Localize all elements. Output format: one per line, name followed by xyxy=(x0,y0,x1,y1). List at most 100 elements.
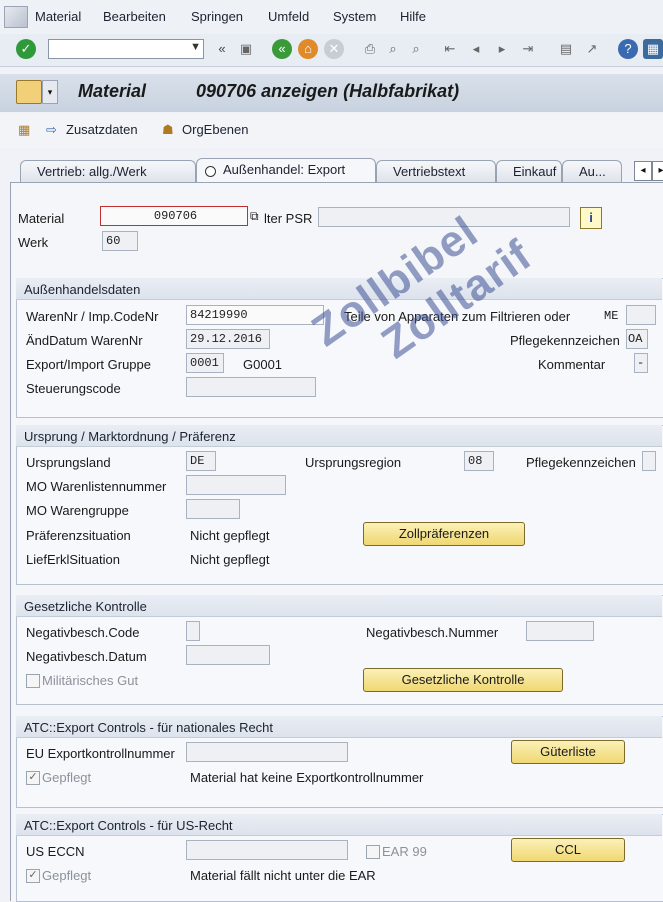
tab-vertrieb-werk[interactable]: Vertrieb: allg./Werk xyxy=(20,160,196,182)
menu-material[interactable]: Material xyxy=(35,9,81,24)
standard-toolbar: ✓ ▼ « ▣ « ⌂ ✕ ⎙ ⌕ ⌕ ⇤ ◂ ▸ ⇥ ▤ ↗ ? ▦ xyxy=(0,34,663,67)
ear99-label: EAR 99 xyxy=(382,844,427,859)
menu-system[interactable]: System xyxy=(333,9,376,24)
werk-label: Werk xyxy=(18,235,49,250)
mo-warenlistennummer-field[interactable] xyxy=(186,475,286,495)
org-levels-icon[interactable]: ☗ xyxy=(162,122,174,138)
atc-national-title: ATC::Export Controls - für nationales Re… xyxy=(24,720,274,735)
page-title: Material 090706 anzeigen (Halbfabrikat) xyxy=(78,81,460,101)
steuerungscode-field[interactable] xyxy=(186,377,316,397)
back-icon[interactable]: « xyxy=(272,39,292,59)
additional-icon[interactable]: ▦ xyxy=(18,122,30,138)
ursprungsland-label: Ursprungsland xyxy=(26,455,111,470)
gesetzliche-kontrolle-button[interactable]: Gesetzliche Kontrolle xyxy=(363,668,563,692)
atc-national-info: Material hat keine Exportkontrollnummer xyxy=(190,770,424,785)
orgebenen-button[interactable]: OrgEbenen xyxy=(182,122,249,137)
aenddatum-field[interactable]: 29.12.2016 xyxy=(186,329,270,349)
menu-hilfe[interactable]: Hilfe xyxy=(400,9,426,24)
material-icon[interactable] xyxy=(16,80,42,104)
zollpraeferenzen-button[interactable]: Zollpräferenzen xyxy=(363,522,525,546)
tab-active-icon xyxy=(205,166,216,177)
arrow-right-icon[interactable]: ⇨ xyxy=(46,122,57,138)
gepflegt-national-checkbox[interactable]: ✓ xyxy=(26,771,40,785)
me-field[interactable] xyxy=(626,305,656,325)
collapse-icon[interactable]: « xyxy=(212,39,232,59)
eu-exportkontrollnummer-field[interactable] xyxy=(186,742,348,762)
command-field[interactable]: ▼ xyxy=(48,39,204,59)
mo-warengruppe-field[interactable] xyxy=(186,499,240,519)
print-icon[interactable]: ⎙ xyxy=(360,39,380,59)
enter-check-icon[interactable]: ✓ xyxy=(16,39,36,59)
tab-vertriebstext[interactable]: Vertriebstext xyxy=(376,160,496,182)
previous-page-icon[interactable]: ◂ xyxy=(466,39,486,59)
aenddatum-label: ÄndDatum WarenNr xyxy=(26,333,143,348)
negativbesch-datum-label: Negativbesch.Datum xyxy=(26,649,147,664)
new-session-icon[interactable]: ▤ xyxy=(556,39,576,59)
kommentar-label: Kommentar xyxy=(538,357,606,372)
militaerisches-gut-label: Militärisches Gut xyxy=(42,673,139,688)
gueterliste-button[interactable]: Güterliste xyxy=(511,740,625,764)
negativbesch-nummer-field[interactable] xyxy=(526,621,594,641)
atc-us-info: Material fällt nicht unter die EAR xyxy=(190,868,376,883)
find-icon[interactable]: ⌕ xyxy=(383,39,403,59)
shortcut-icon[interactable]: ↗ xyxy=(582,39,602,59)
save-icon[interactable]: ▣ xyxy=(236,39,256,59)
us-eccn-field[interactable] xyxy=(186,840,348,860)
pflegekennzeichen-field[interactable]: OA xyxy=(626,329,648,349)
tab-aussenhandel-export[interactable]: Außenhandel: Export xyxy=(196,158,376,183)
copy-icon[interactable]: ⧉ xyxy=(250,209,259,224)
ear99-checkbox[interactable] xyxy=(366,845,380,859)
gepflegt-us-checkbox[interactable]: ✓ xyxy=(26,869,40,883)
next-page-icon[interactable]: ▸ xyxy=(492,39,512,59)
exit-icon[interactable]: ⌂ xyxy=(298,39,318,59)
mo-warengruppe-label: MO Warengruppe xyxy=(26,503,129,518)
tab-aussenhandel-label: Außenhandel: Export xyxy=(223,162,346,177)
menu-bearbeiten[interactable]: Bearbeiten xyxy=(103,9,166,24)
negativbesch-datum-field[interactable] xyxy=(186,645,270,665)
last-page-icon[interactable]: ⇥ xyxy=(518,39,538,59)
gesetzliche-kontrolle-title: Gesetzliche Kontrolle xyxy=(24,599,147,614)
menu-umfeld[interactable]: Umfeld xyxy=(268,9,309,24)
ursprung-title: Ursprung / Marktordnung / Präferenz xyxy=(24,429,236,444)
find-next-icon[interactable]: ⌕ xyxy=(406,39,426,59)
help-icon[interactable]: ? xyxy=(618,39,638,59)
kommentar-field[interactable]: - xyxy=(634,353,648,373)
steuerungscode-label: Steuerungscode xyxy=(26,381,121,396)
tab-einkauf[interactable]: Einkauf xyxy=(496,160,562,182)
werk-field[interactable]: 60 xyxy=(102,231,138,251)
cancel-icon[interactable]: ✕ xyxy=(324,39,344,59)
ursprung-pflegekennzeichen-field[interactable] xyxy=(642,451,656,471)
export-import-gruppe-label: Export/Import Gruppe xyxy=(26,357,151,372)
info-icon[interactable]: i xyxy=(580,207,602,229)
tab-scroll-left-icon[interactable]: ◂ xyxy=(634,161,652,181)
psr-label: lter PSR xyxy=(264,211,313,226)
sap-menu-icon[interactable] xyxy=(4,6,28,28)
export-import-gruppe-text: G0001 xyxy=(243,357,283,372)
us-eccn-label: US ECCN xyxy=(26,844,85,859)
warennr-label: WarenNr / Imp.CodeNr xyxy=(26,309,159,324)
layout-menu-icon[interactable]: ▦ xyxy=(643,39,663,59)
tab-scroll-right-icon[interactable]: ▸ xyxy=(652,161,663,181)
title-dropdown-icon[interactable]: ▾ xyxy=(42,80,58,104)
tab-more[interactable]: Au... xyxy=(562,160,622,182)
negativbesch-nummer-label: Negativbesch.Nummer xyxy=(366,625,499,640)
eu-exportkontrollnummer-label: EU Exportkontrollnummer xyxy=(26,746,175,761)
gepflegt-national-label: Gepflegt xyxy=(42,770,92,785)
atc-us-title: ATC::Export Controls - für US-Recht xyxy=(24,818,233,833)
export-import-gruppe-field[interactable]: 0001 xyxy=(186,353,224,373)
ccl-button[interactable]: CCL xyxy=(511,838,625,862)
lieferklsituation-value: Nicht gepflegt xyxy=(190,552,270,567)
negativbesch-code-field[interactable] xyxy=(186,621,200,641)
me-value: ME xyxy=(604,309,619,323)
ursprungsregion-field[interactable]: 08 xyxy=(464,451,494,471)
militaerisches-gut-checkbox[interactable] xyxy=(26,674,40,688)
ursprung-pflegekennzeichen-label: Pflegekennzeichen xyxy=(526,455,636,470)
praeferenzsituation-label: Präferenzsituation xyxy=(26,528,131,543)
lieferklsituation-label: LiefErklSituation xyxy=(26,552,120,567)
ursprungsland-field[interactable]: DE xyxy=(186,451,216,471)
menu-springen[interactable]: Springen xyxy=(191,9,243,24)
material-field[interactable]: 090706 xyxy=(100,206,248,226)
chevron-down-icon[interactable]: ▼ xyxy=(190,41,201,53)
first-page-icon[interactable]: ⇤ xyxy=(440,39,460,59)
zusatzdaten-button[interactable]: Zusatzdaten xyxy=(66,122,138,137)
